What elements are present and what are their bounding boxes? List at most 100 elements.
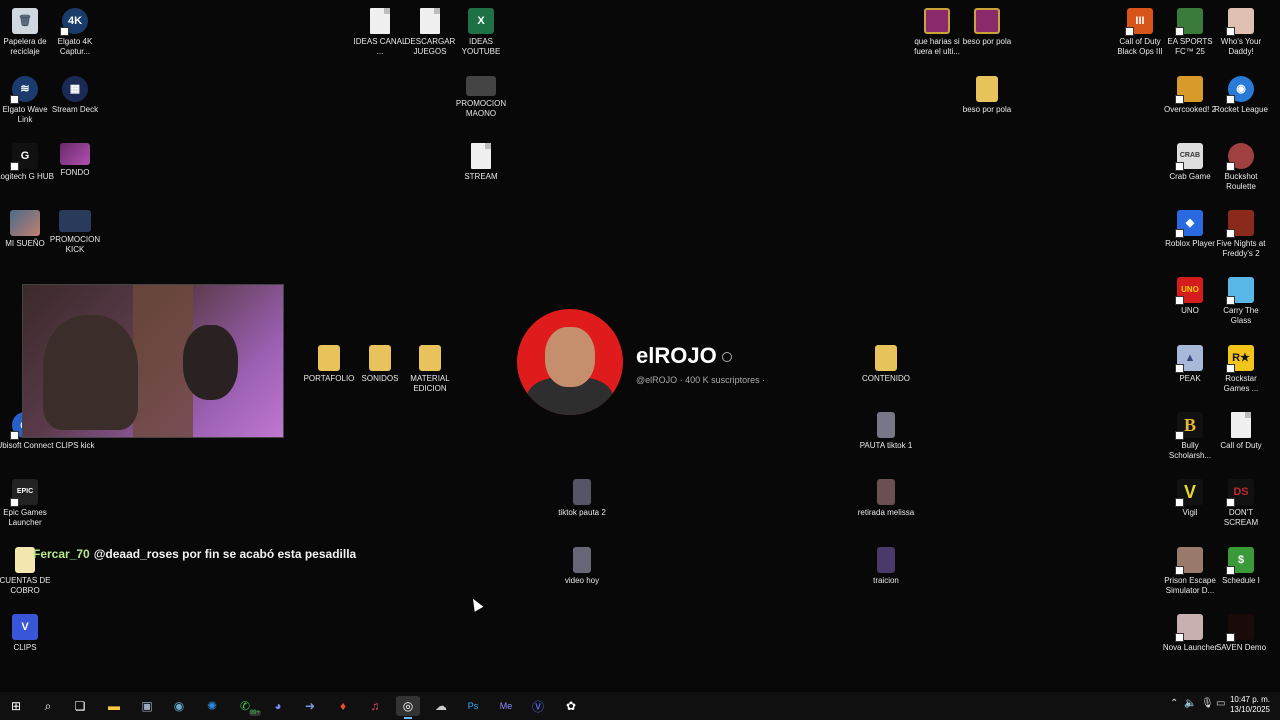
- desktop-icon-elgato-4k[interactable]: 4K Elgato 4K Captur...: [46, 2, 104, 57]
- clips-icon[interactable]: Ⓥ: [526, 696, 550, 716]
- windows-start-icon[interactable]: ⊞: [4, 696, 28, 716]
- network-icon[interactable]: ▭: [1216, 698, 1225, 709]
- desktop-icon-uno[interactable]: UNO UNO: [1161, 271, 1219, 316]
- roblox-icon: ◆: [1175, 210, 1203, 238]
- video-icon: [573, 479, 591, 505]
- clock-time: 10:47 p. m.: [1229, 695, 1270, 704]
- desktop-icon-label: CLIPS kick: [55, 441, 95, 450]
- channel-avatar: [517, 309, 623, 415]
- steam-icon[interactable]: ◉: [167, 696, 191, 716]
- notification-badge: 99+: [248, 710, 261, 716]
- text-file-icon: [420, 8, 440, 34]
- desktop-icon-buckshot[interactable]: Buckshot Roulette: [1212, 137, 1270, 192]
- battlenet-icon[interactable]: ✺: [200, 696, 224, 716]
- app-icon[interactable]: ☁: [429, 696, 453, 716]
- discord-icon[interactable]: ◕: [266, 696, 290, 716]
- desktop-icon-bully[interactable]: B Bully Scholarsh...: [1161, 406, 1219, 461]
- desktop-icon-contenido[interactable]: CONTENIDO: [857, 339, 915, 384]
- desktop-icon-roblox[interactable]: ◆ Roblox Player: [1161, 204, 1219, 249]
- desktop-icon-material-edicion[interactable]: MATERIAL EDICION: [401, 339, 459, 394]
- webcam-overlay: [22, 284, 284, 438]
- pdf-icon: [15, 547, 35, 573]
- desktop-icon-prison-escape[interactable]: Prison Escape Simulator D...: [1161, 541, 1219, 596]
- desktop-icon-beso-por-pola-folder[interactable]: beso por pola: [958, 70, 1016, 115]
- whatsapp-icon[interactable]: ✆ 99+: [233, 696, 261, 716]
- task-view-icon[interactable]: ❏: [68, 696, 92, 716]
- desktop-icon-label: PROMOCION MAONO: [455, 99, 507, 118]
- overcooked-icon: [1175, 76, 1203, 104]
- desktop-icon-carry-glass[interactable]: Carry The Glass: [1212, 271, 1270, 326]
- desktop-icon-rocket-league[interactable]: ◉ Rocket League: [1212, 70, 1270, 115]
- chatgpt-icon[interactable]: ✿: [559, 696, 583, 716]
- desktop-icon-portafolio[interactable]: PORTAFOLIO: [300, 339, 358, 384]
- desktop-icon-overcooked[interactable]: Overcooked! 2: [1161, 70, 1219, 115]
- second-person-figure: [183, 325, 238, 400]
- search-icon[interactable]: ⌕: [36, 696, 60, 716]
- desktop-icon-retirada-melissa[interactable]: retirada melissa: [857, 473, 915, 518]
- desktop-icon-vigil[interactable]: V Vigil: [1161, 473, 1219, 518]
- text-file-icon: [370, 8, 390, 34]
- arrow-app-icon[interactable]: ➜: [298, 696, 322, 716]
- winrar-icon: [974, 8, 1000, 34]
- desktop-icon-whos-your-daddy[interactable]: Who's Your Daddy!: [1212, 2, 1270, 57]
- buckshot-icon: [1226, 143, 1254, 171]
- rockstar-icon: R★: [1226, 345, 1254, 373]
- desktop-icon-label: CLIPS: [13, 643, 37, 652]
- photoshop-icon[interactable]: Ps: [461, 696, 485, 716]
- desktop-icon-epic-games[interactable]: EPIC Epic Games Launcher: [0, 473, 54, 528]
- folder-icon: [369, 345, 391, 371]
- desktop-icon-ea-fc[interactable]: EA SPORTS FC™ 25: [1161, 2, 1219, 57]
- crab-game-icon: CRAB: [1175, 143, 1203, 171]
- desktop-icon-promocion-kick[interactable]: PROMOCION KICK: [46, 204, 104, 255]
- image-icon: [60, 143, 90, 165]
- recycle-bin-icon: 🗑: [12, 8, 38, 34]
- desktop-icon-crab-game[interactable]: CRAB Crab Game: [1161, 137, 1219, 182]
- desktop-icon-label: traicion: [873, 576, 899, 585]
- desktop-icon-beso-por-pola-rar[interactable]: beso por pola: [958, 2, 1016, 47]
- desktop-icon-saven-demo[interactable]: SAVEN Demo: [1212, 608, 1270, 653]
- desktop-icon-label: Crab Game: [1169, 172, 1211, 181]
- obs-icon[interactable]: ◎: [396, 696, 420, 719]
- desktop-icon-clips[interactable]: V CLIPS: [0, 608, 54, 653]
- desktop-icon-video-hoy[interactable]: video hoy: [553, 541, 611, 586]
- peak-icon: ▲: [1175, 345, 1203, 373]
- nova-launcher-icon: [1175, 614, 1203, 642]
- desktop-icon-ideas-youtube[interactable]: X IDEAS YOUTUBE: [452, 2, 510, 57]
- desktop-icon-dont-scream[interactable]: DS DON'T SCREAM: [1212, 473, 1270, 528]
- desktop-icon-label: MATERIAL EDICION: [410, 374, 450, 393]
- desktop-icon-fnaf2[interactable]: Five Nights at Freddy's 2: [1212, 204, 1270, 259]
- desktop-icon-traicion[interactable]: traicion: [857, 541, 915, 586]
- desktop-icon-label: Nova Launcher: [1162, 643, 1218, 652]
- file-explorer-icon[interactable]: ▬: [102, 696, 126, 716]
- desktop-icon-fondo[interactable]: FONDO: [46, 137, 104, 178]
- speaker-icon[interactable]: 🔈: [1184, 698, 1196, 709]
- desktop-icon-peak[interactable]: ▲ PEAK: [1161, 339, 1219, 384]
- desktop-icon-label: PORTAFOLIO: [303, 374, 355, 383]
- folder-icon: [976, 76, 998, 102]
- app-icon[interactable]: ▣: [135, 696, 159, 716]
- desktop-icon-label: DESCARGAR JUEGOS: [404, 37, 456, 56]
- desktop-icon-label: Carry The Glass: [1223, 306, 1259, 325]
- desktop-icon-call-of-duty[interactable]: Call of Duty: [1212, 406, 1270, 451]
- elgato-4k-icon: 4K: [60, 8, 88, 36]
- desktop-icon-pauta-tiktok-1[interactable]: PAUTA tiktok 1: [857, 406, 915, 451]
- desktop-icon-rockstar[interactable]: R★ Rockstar Games ...: [1212, 339, 1270, 394]
- desktop-icon-promocion-maono[interactable]: PROMOCION MAONO: [452, 70, 510, 119]
- saven-icon: [1226, 614, 1254, 642]
- desktop-icon-descargar-juegos[interactable]: DESCARGAR JUEGOS: [401, 2, 459, 57]
- desktop-icon-stream[interactable]: STREAM: [452, 137, 510, 182]
- media-encoder-icon[interactable]: Me: [494, 696, 518, 716]
- microphone-icon[interactable]: 🎙: [1201, 698, 1214, 709]
- desktop-icon-schedule-1[interactable]: $ Schedule I: [1212, 541, 1270, 586]
- desktop-icon-label: Rocket League: [1214, 105, 1268, 114]
- desktop-icon-nova-launcher[interactable]: Nova Launcher: [1161, 608, 1219, 653]
- music-icon[interactable]: ♫: [363, 696, 387, 716]
- text-file-icon: [1231, 412, 1251, 438]
- bully-icon: B: [1175, 412, 1203, 440]
- brave-icon[interactable]: ♦: [331, 696, 355, 716]
- desktop-icon-stream-deck[interactable]: ▦ Stream Deck: [46, 70, 104, 115]
- clock[interactable]: 10:47 p. m. 13/10/2025: [1230, 695, 1270, 715]
- channel-name: elROJO: [636, 343, 717, 368]
- desktop-icon-tiktok-pauta-2[interactable]: tiktok pauta 2: [553, 473, 611, 518]
- chevron-up-icon[interactable]: ⌃: [1170, 698, 1178, 709]
